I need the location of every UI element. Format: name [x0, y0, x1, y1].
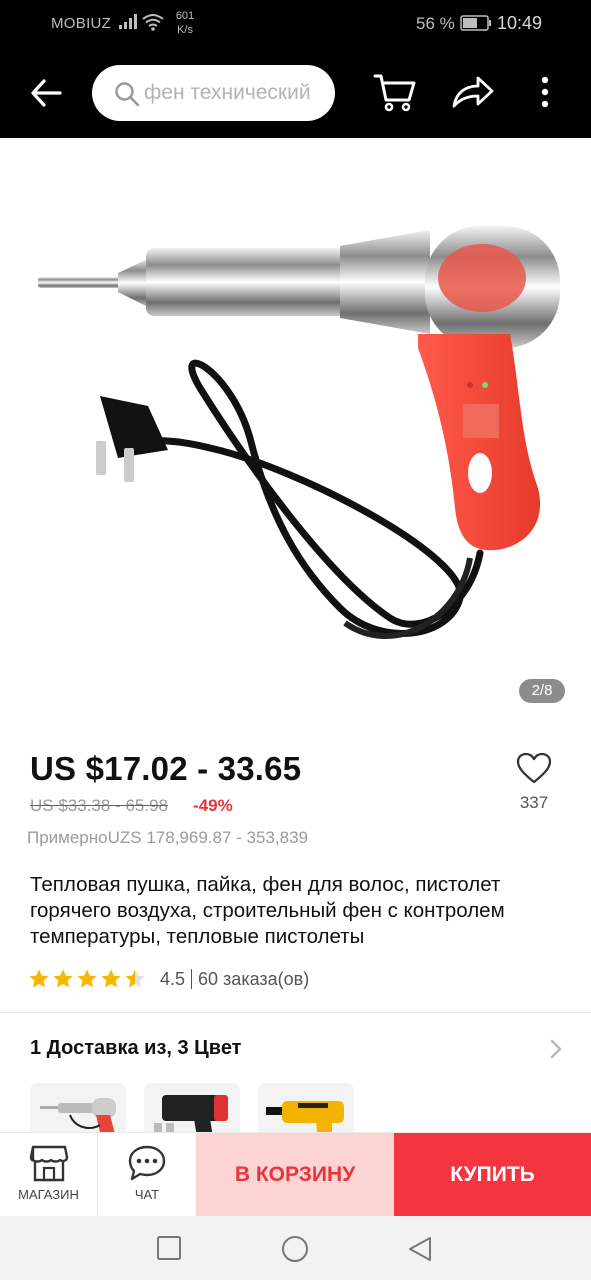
network-speed-value: 601 — [175, 10, 195, 22]
carrier-name: MOBIUZ — [51, 15, 112, 32]
rating-score: 4.5 — [160, 968, 186, 989]
clock: 10:49 — [497, 13, 543, 33]
star-icon — [29, 969, 49, 988]
recents-square-icon[interactable] — [156, 1235, 182, 1261]
more-options-icon[interactable] — [540, 76, 550, 108]
search-input[interactable]: фен технический — [144, 81, 329, 105]
variant-thumb-yellow[interactable] — [258, 1083, 354, 1133]
store-label: МАГАЗИН — [18, 1187, 79, 1202]
network-speed: 601 K/s — [170, 9, 200, 37]
variant-thumb-chrome-red[interactable] — [30, 1083, 126, 1133]
orders-count: 60 заказа(ов) — [198, 968, 310, 989]
share-icon[interactable] — [451, 75, 495, 109]
variant-thumb-black-red[interactable] — [144, 1083, 240, 1133]
heat-gun-image — [38, 226, 560, 640]
discount-badge: -49% — [193, 796, 233, 815]
home-circle-icon[interactable] — [281, 1235, 309, 1263]
battery-icon — [460, 15, 491, 31]
battery-percent: 56 % — [416, 14, 455, 33]
star-icon — [101, 969, 121, 988]
status-bar: MOBIUZ 601 K/s 56 % 10:49 — [0, 0, 591, 48]
product-title: Тепловая пушка, пайка, фен для волос, пи… — [30, 873, 505, 948]
wishlist-button[interactable]: 337 — [512, 752, 556, 813]
signal-icon — [119, 14, 137, 29]
search-bar[interactable]: фен технический — [92, 65, 335, 121]
add-to-cart-button[interactable]: В КОРЗИНУ — [196, 1133, 394, 1217]
rating-stars — [28, 968, 146, 990]
system-nav-bar — [0, 1216, 591, 1280]
section-divider — [0, 1012, 591, 1013]
chat-label: ЧАТ — [134, 1187, 160, 1202]
product-price: US $17.02 - 33.65 — [30, 750, 302, 787]
wifi-icon — [142, 14, 164, 31]
approx-local-price: ПримерноUZS 178,969.87 - 353,839 — [27, 828, 308, 847]
original-price: US $33.38 - 65.98 — [30, 796, 168, 815]
search-icon — [115, 82, 140, 107]
star-icon — [53, 969, 73, 988]
store-icon — [29, 1145, 69, 1182]
rating-separator — [191, 969, 193, 989]
variant-thumbnails — [30, 1083, 354, 1133]
heart-icon — [516, 752, 552, 784]
image-counter: 2/8 — [519, 679, 565, 703]
top-toolbar: фен технический — [0, 48, 591, 138]
star-icon — [77, 969, 97, 988]
cart-icon[interactable] — [373, 70, 417, 112]
rating-row[interactable]: 4.5 60 заказа(ов) — [28, 966, 309, 992]
wishlist-count: 337 — [519, 793, 549, 812]
chevron-right-icon[interactable] — [548, 1038, 564, 1060]
variants-heading[interactable]: 1 Доставка из, 3 Цвет — [30, 1037, 241, 1060]
heat-gun-thumb-icon — [40, 1098, 116, 1133]
bottom-action-bar: МАГАЗИН ЧАТ В КОРЗИНУ КУПИТЬ — [0, 1132, 591, 1217]
network-speed-unit: K/s — [177, 24, 193, 36]
buy-now-button[interactable]: КУПИТЬ — [394, 1133, 591, 1217]
chat-button[interactable]: ЧАТ — [98, 1133, 196, 1217]
back-triangle-icon[interactable] — [407, 1235, 433, 1263]
product-image[interactable] — [0, 138, 591, 720]
star-icon — [125, 969, 145, 988]
back-arrow-icon[interactable] — [28, 76, 64, 110]
heat-gun-thumb-icon — [266, 1101, 344, 1133]
heat-gun-thumb-icon — [154, 1095, 228, 1133]
store-button[interactable]: МАГАЗИН — [0, 1133, 98, 1217]
chat-icon — [128, 1145, 166, 1181]
